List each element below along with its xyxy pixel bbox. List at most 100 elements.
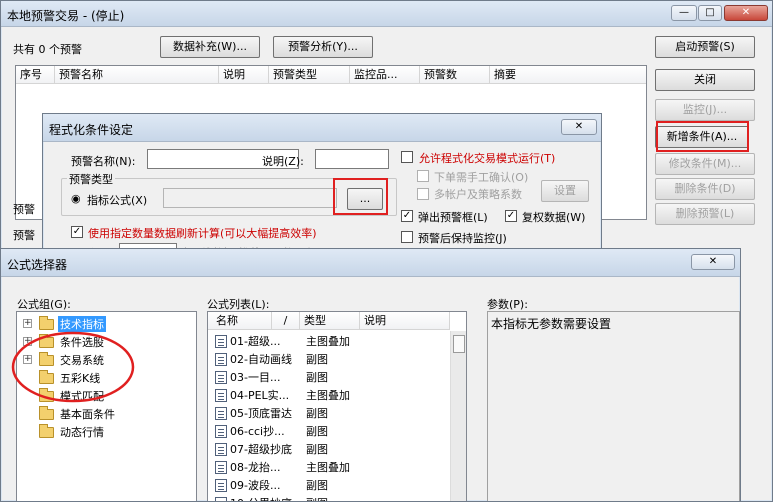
- column-header[interactable]: 预警数: [420, 66, 490, 84]
- list-column-header[interactable]: 类型: [300, 312, 360, 330]
- list-column-header[interactable]: 名称: [208, 312, 272, 330]
- column-header[interactable]: 序号: [16, 66, 55, 84]
- description-label: 说明(Z):: [262, 155, 304, 168]
- formula-selector-dialog: 公式选择器 ✕ 公式组(G): 公式列表(L): 参数(P): + 技术指标 +…: [0, 248, 741, 502]
- selector-dialog-title: 公式选择器: [7, 258, 68, 272]
- condition-settings-dialog: 程式化条件设定 ✕ 预警名称(N): 说明(Z): 允许程式化交易模式运行(T)…: [42, 113, 602, 253]
- keep-monitor-label: 预警后保持监控(J): [418, 232, 507, 245]
- use-specified-label: 使用指定数量数据刷新计算(可以大幅提高效率): [88, 227, 317, 240]
- condition-titlebar[interactable]: 程式化条件设定 ✕: [43, 114, 601, 142]
- formula-row[interactable]: 06-cci抄... 副图: [208, 422, 448, 440]
- close-icon[interactable]: ✕: [724, 5, 768, 21]
- start-alert-button[interactable]: 启动预警(S): [655, 36, 755, 58]
- settings-button[interactable]: 设置: [541, 180, 589, 202]
- delete-alert-button[interactable]: 删除预警(L): [655, 203, 755, 225]
- alert-count-label: 共有 0 个预警: [13, 43, 82, 56]
- formula-row[interactable]: 03-一目... 副图: [208, 368, 448, 386]
- alert-name-label: 预警名称(N):: [71, 155, 136, 168]
- column-header[interactable]: 预警类型: [269, 66, 350, 84]
- delete-condition-button[interactable]: 删除条件(D): [655, 178, 755, 200]
- column-header[interactable]: 说明: [219, 66, 269, 84]
- parameter-text: 本指标无参数需要设置: [491, 317, 612, 331]
- formula-type: 副图: [306, 443, 328, 456]
- formula-row[interactable]: 08-龙抬... 主图叠加: [208, 458, 448, 476]
- restore-rights-checkbox[interactable]: ✓: [505, 210, 517, 222]
- formula-row[interactable]: 10-分界抄底 副图: [208, 494, 448, 501]
- formula-type: 主图叠加: [306, 335, 350, 348]
- close-icon[interactable]: ✕: [561, 119, 597, 135]
- manual-confirm-label: 下单需手工确认(O): [434, 171, 529, 184]
- browse-highlight: [333, 178, 388, 215]
- scroll-thumb[interactable]: [453, 335, 465, 353]
- formula-doc-icon: [215, 353, 227, 366]
- formula-row[interactable]: 02-自动画线 副图: [208, 350, 448, 368]
- tree-item[interactable]: 基本面条件: [17, 405, 196, 423]
- formula-doc-icon: [215, 335, 227, 348]
- formula-name: 06-cci抄...: [230, 425, 285, 438]
- tree-item[interactable]: 动态行情: [17, 423, 196, 441]
- indicator-formula-label: 指标公式(X): [87, 194, 148, 207]
- maximize-icon[interactable]: □: [698, 5, 722, 21]
- formula-type: 副图: [306, 353, 328, 366]
- formula-doc-icon: [215, 479, 227, 492]
- formula-list-scrollbar[interactable]: [450, 331, 466, 501]
- condition-dialog-title: 程式化条件设定: [49, 123, 134, 137]
- clipped-label: 预警: [13, 229, 35, 242]
- alert-type-title: 预警类型: [67, 171, 115, 187]
- red-ellipse-annotation: [11, 331, 135, 403]
- multi-account-checkbox[interactable]: [417, 188, 429, 200]
- formula-row[interactable]: 09-波段... 副图: [208, 476, 448, 494]
- close-icon[interactable]: ✕: [691, 254, 735, 270]
- formula-doc-icon: [215, 371, 227, 384]
- popup-alert-checkbox[interactable]: ✓: [401, 210, 413, 222]
- main-window-title: 本地预警交易 - (停止): [7, 9, 125, 23]
- formula-row[interactable]: 05-顶底雷达 副图: [208, 404, 448, 422]
- description-input[interactable]: [315, 149, 389, 169]
- formula-row[interactable]: 04-PEL实... 主图叠加: [208, 386, 448, 404]
- formula-group-label: 公式组(G):: [17, 298, 71, 311]
- alert-analysis-button[interactable]: 预警分析(Y)...: [273, 36, 373, 58]
- main-titlebar[interactable]: 本地预警交易 - (停止) — □ ✕: [1, 1, 772, 27]
- formula-doc-icon: [215, 407, 227, 420]
- clipped-label: 预警: [13, 203, 35, 216]
- parameter-box[interactable]: 本指标无参数需要设置: [487, 311, 740, 501]
- formula-doc-icon: [215, 425, 227, 438]
- add-condition-highlight: [656, 121, 749, 152]
- manual-confirm-checkbox[interactable]: [417, 170, 429, 182]
- selector-titlebar[interactable]: 公式选择器 ✕: [1, 249, 740, 277]
- formula-row[interactable]: 07-超级抄底 副图: [208, 440, 448, 458]
- list-column-header[interactable]: 说明: [360, 312, 450, 330]
- modify-condition-button[interactable]: 修改条件(M)...: [655, 153, 755, 175]
- allow-program-checkbox[interactable]: [401, 151, 413, 163]
- folder-icon: [39, 424, 54, 438]
- formula-row[interactable]: 01-超级... 主图叠加: [208, 332, 448, 350]
- formula-name: 08-龙抬...: [230, 461, 281, 474]
- expand-icon[interactable]: +: [23, 319, 32, 328]
- formula-field[interactable]: [163, 188, 337, 208]
- column-header[interactable]: 预警名称: [55, 66, 219, 84]
- formula-name: 05-顶底雷达: [230, 407, 292, 420]
- formula-name: 04-PEL实...: [230, 389, 290, 402]
- use-specified-checkbox[interactable]: ✓: [71, 226, 83, 238]
- monitor-button[interactable]: 监控(J)...: [655, 99, 755, 121]
- close-button[interactable]: 关闭: [655, 69, 755, 91]
- formula-type: 主图叠加: [306, 461, 350, 474]
- formula-name: 02-自动画线: [230, 353, 292, 366]
- formula-name: 03-一目...: [230, 371, 281, 384]
- formula-type: 主图叠加: [306, 389, 350, 402]
- column-header[interactable]: 监控品...: [350, 66, 420, 84]
- restore-rights-label: 复权数据(W): [522, 211, 586, 224]
- data-supplement-button[interactable]: 数据补充(W)...: [160, 36, 260, 58]
- column-header[interactable]: 摘要: [490, 66, 646, 84]
- multi-account-label: 多帐户及策略系数: [434, 188, 522, 201]
- formula-type: 副图: [306, 371, 328, 384]
- minimize-icon[interactable]: —: [671, 5, 697, 21]
- indicator-radio[interactable]: ◉: [71, 192, 81, 205]
- keep-monitor-checkbox[interactable]: [401, 231, 413, 243]
- formula-list-label: 公式列表(L):: [207, 298, 270, 311]
- formula-name: 01-超级...: [230, 335, 281, 348]
- folder-icon: [39, 406, 54, 420]
- formula-list[interactable]: 名称 / 类型 说明 01-超级... 主图叠加 02-自动画线 副图 03-一目...…: [207, 311, 467, 501]
- list-sort-indicator[interactable]: /: [272, 312, 300, 330]
- tree-item-label: 基本面条件: [60, 408, 115, 421]
